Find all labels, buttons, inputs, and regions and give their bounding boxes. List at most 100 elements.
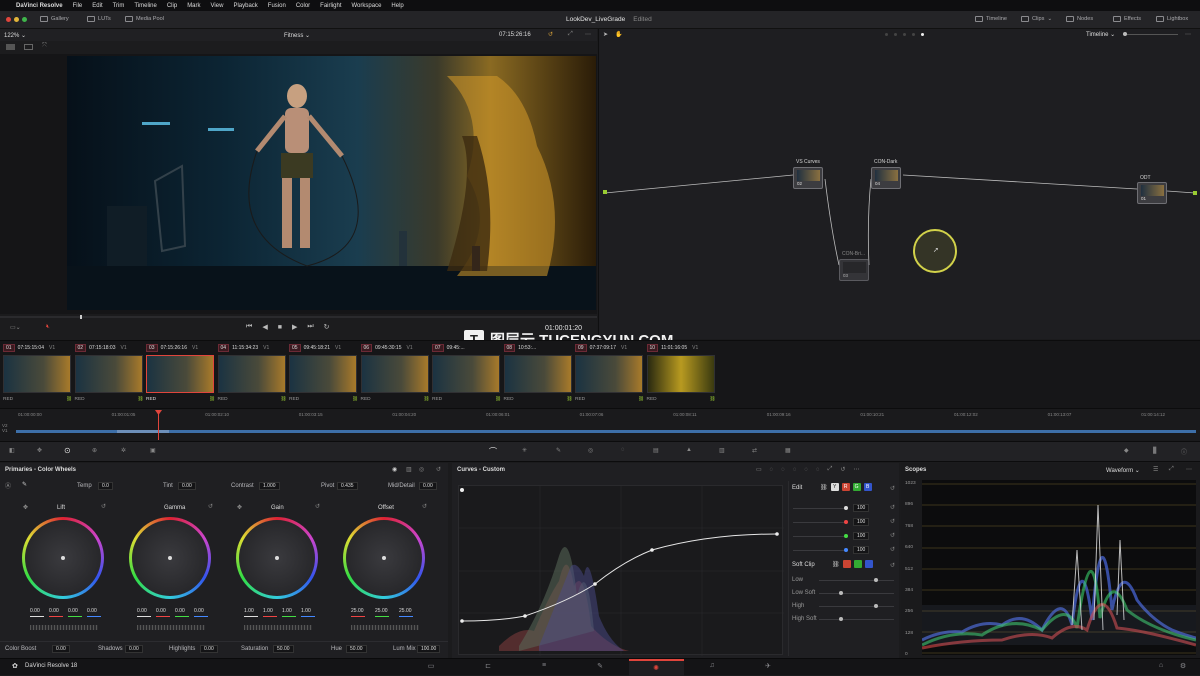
channel-slider-handle[interactable] [844,506,848,510]
channel-slider[interactable] [793,522,848,523]
channel-reset-icon[interactable]: ↺ [890,504,895,511]
channel-reset-icon[interactable]: ↺ [890,546,895,553]
clip-thumbnail[interactable] [3,355,71,393]
minimize-window-button[interactable] [14,17,19,22]
keyframes-icon[interactable]: ◆ [1124,447,1129,454]
softclip-slider[interactable] [819,606,894,607]
wheel-value[interactable]: 0.00 [49,608,59,614]
3d-icon[interactable]: ▦ [785,447,791,454]
menu-fairlight[interactable]: Fairlight [320,3,341,9]
deliver-page-icon[interactable]: ✈ [761,662,775,672]
zoom-window-button[interactable] [22,17,27,22]
softclip-slider-handle[interactable] [839,591,843,595]
timeline-track-bar[interactable] [16,430,1196,433]
tint-field[interactable]: 0.00 [178,482,196,490]
shadows-field[interactable]: 0.00 [125,645,143,653]
hue-field[interactable]: 50.00 [346,645,367,653]
colorboost-field[interactable]: 0.00 [52,645,70,653]
curves-expand-icon[interactable]: ⤢ [828,466,833,473]
lummix-field[interactable]: 100.00 [417,645,441,653]
clip-thumbnail[interactable] [432,355,500,393]
viewer-scrubber[interactable] [0,316,597,318]
single-viewer-icon[interactable] [6,44,15,50]
curve-graph[interactable] [458,485,784,656]
curves-sat-sat-icon[interactable]: ◌ [816,467,820,473]
timeline-playhead[interactable] [158,411,159,440]
curves-lum-sat-icon[interactable]: ◌ [804,467,808,473]
softclip-reset-icon[interactable]: ↺ [890,562,895,569]
effects-toggle[interactable]: Effects [1113,16,1141,22]
edit-page-icon[interactable]: ≡ [537,662,551,672]
wheel-value[interactable]: 25.00 [375,608,388,614]
clip-thumbnail[interactable] [289,355,357,393]
qualifier-icon[interactable]: ✎ [556,447,561,454]
menu-edit[interactable]: Edit [92,3,102,9]
color-wheel[interactable] [236,517,318,599]
fusion-page-icon[interactable]: ✎ [593,662,607,672]
clip-name-dropdown[interactable]: Fitness ⌄ [284,32,310,39]
wheel-reset-icon[interactable]: ↺ [315,503,320,510]
play-icon[interactable]: ▶ [292,323,297,331]
menu-workspace[interactable]: Workspace [352,3,382,9]
auto-balance-icon[interactable]: Ⓐ [5,481,11,490]
master-wheel[interactable] [30,625,98,630]
wheel-value[interactable]: 0.00 [175,608,185,614]
channel-slider[interactable] [793,550,848,551]
menu-color[interactable]: Color [296,3,310,9]
color-page-tab[interactable]: ✺ [629,659,684,676]
stop-icon[interactable]: ■ [278,324,282,331]
settings-icon[interactable]: ⚙ [1176,662,1190,672]
saturation-field[interactable]: 50.00 [273,645,294,653]
wheel-puck[interactable] [275,556,279,560]
wheel-value[interactable]: 0.00 [68,608,78,614]
jump-start-icon[interactable]: ⏮︎ [246,323,252,331]
softclip-red-toggle[interactable] [842,560,851,568]
media-pool-button[interactable]: Media Pool [125,16,164,22]
bypass-icon[interactable]: ↺ [548,31,553,38]
blue-channel-toggle[interactable]: B [863,483,872,491]
scrubber-handle[interactable] [80,315,82,319]
clip-thumbnail[interactable] [503,355,572,393]
clip-thumbnail[interactable] [575,355,643,393]
luma-channel-toggle[interactable]: Y [830,483,839,491]
wheel-value[interactable]: 1.00 [301,608,311,614]
channel-slider[interactable] [793,508,848,509]
softclip-slider-handle[interactable] [874,578,878,582]
primaries-bars-icon[interactable]: ▥ [406,466,412,473]
channel-reset-icon[interactable]: ↺ [890,532,895,539]
timeline-ruler[interactable]: 01:00:00:00 01:00:01:05 01:00:02:10 01:00:0… [0,411,1200,419]
fairlight-page-icon[interactable]: ♫ [705,662,719,672]
cut-page-icon[interactable]: ⊏ [481,662,495,672]
primaries-mode-icon[interactable]: ◉ [392,466,397,473]
softclip-slider[interactable] [819,580,894,581]
primaries-reset-icon[interactable]: ↺ [436,466,441,473]
scope-type-dropdown[interactable]: Waveform ⌄ [1106,467,1140,474]
wheel-value[interactable]: 1.00 [263,608,273,614]
softclip-link-icon[interactable]: ⛓︎ [832,561,840,568]
clip-thumbnail[interactable] [217,355,286,393]
node-vs-curves[interactable]: 02 [793,167,823,189]
master-wheel[interactable] [244,625,312,630]
split-viewer-icon[interactable] [24,44,33,50]
play-reverse-icon[interactable]: ◀ [262,323,267,331]
channel-intensity-field[interactable]: 100 [853,504,870,512]
master-wheel[interactable] [137,625,205,630]
softclip-slider-handle[interactable] [839,617,843,621]
wheel-value[interactable]: 25.00 [351,608,364,614]
wheel-puck[interactable] [168,556,172,560]
wheel-puck[interactable] [382,556,386,560]
temp-field[interactable]: 0.0 [98,482,113,490]
rgb-mixer-icon[interactable]: ✲ [121,447,126,454]
menu-fusion[interactable]: Fusion [268,3,286,9]
wheel-reset-icon[interactable]: ↺ [422,503,427,510]
current-clip-segment[interactable] [117,430,169,433]
menu-file[interactable]: File [73,3,83,9]
home-icon[interactable]: ⌂ [1154,662,1168,672]
more-icon[interactable]: ⋯ [585,31,591,38]
menu-timeline[interactable]: Timeline [134,3,156,9]
clips-toggle[interactable]: Clips ⌄ [1021,16,1052,22]
edit-reset-icon[interactable]: ↺ [890,485,895,492]
lightbox-toggle[interactable]: Lightbox [1156,16,1188,22]
loop-icon[interactable]: ↻ [324,323,330,331]
tracker-icon[interactable]: ◌ [621,447,625,453]
